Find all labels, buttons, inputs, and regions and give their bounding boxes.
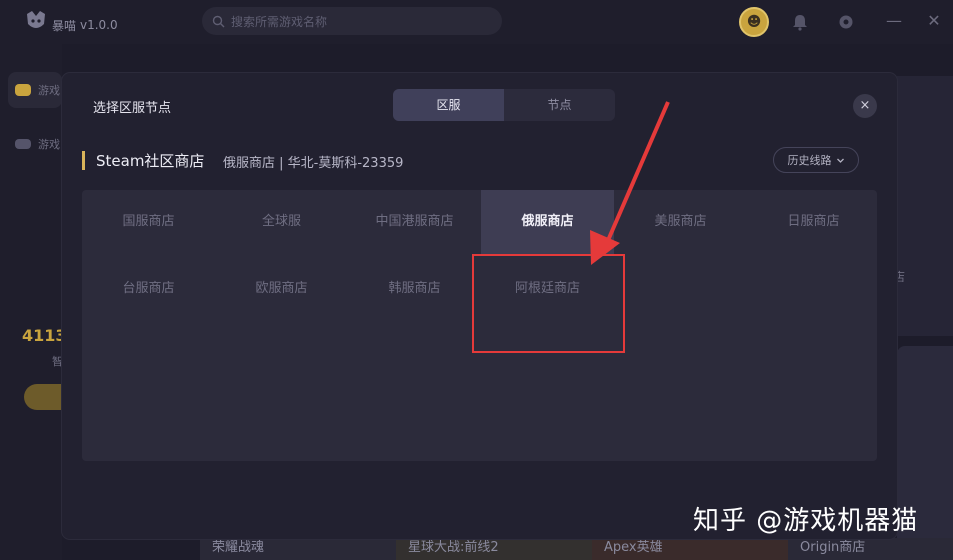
- search-placeholder: 搜索所需游戏名称: [231, 14, 328, 29]
- history-route-button[interactable]: 历史线路: [773, 147, 859, 173]
- background-game-card[interactable]: Origin商店: [788, 538, 953, 560]
- region-option[interactable]: 日服商店: [747, 190, 880, 254]
- background-game-card[interactable]: 荣耀战魂: [200, 538, 396, 560]
- sidebar-count: 4113: [22, 326, 67, 345]
- game-accent-bar: [82, 151, 85, 170]
- sidebar-item-label: 游戏: [38, 138, 60, 151]
- game-name: Steam社区商店: [96, 152, 205, 170]
- modal-title: 选择区服节点: [93, 101, 172, 116]
- sidebar-item-games[interactable]: 游戏: [8, 72, 62, 108]
- sidebar-gold-button[interactable]: [24, 384, 64, 410]
- user-avatar[interactable]: ☻: [739, 7, 769, 37]
- sidebar: 游戏 游戏: [0, 44, 62, 560]
- region-option[interactable]: 全球服: [215, 190, 348, 254]
- node-info: 俄服商店 | 华北-莫斯科-23359: [223, 156, 404, 171]
- watermark: 知乎 @游戏机器猫: [693, 506, 919, 536]
- region-option[interactable]: 欧服商店: [215, 257, 348, 321]
- region-option[interactable]: 台服商店: [82, 257, 215, 321]
- search-input[interactable]: 搜索所需游戏名称: [202, 7, 502, 35]
- gear-icon[interactable]: [836, 12, 856, 32]
- app-logo-icon: [27, 11, 45, 28]
- app-version: v1.0.0: [80, 18, 118, 32]
- sidebar-item-label: 游戏: [38, 84, 60, 97]
- region-option[interactable]: 韩服商店: [348, 257, 481, 321]
- tab-region[interactable]: 区服: [393, 89, 504, 121]
- region-option[interactable]: 美服商店: [614, 190, 747, 254]
- background-panel: [897, 76, 953, 336]
- background-game-card[interactable]: Apex英雄: [592, 538, 788, 560]
- minimize-button[interactable]: —: [882, 10, 906, 34]
- app-name: 暴喵: [52, 19, 77, 33]
- background-game-list: 荣耀战魂 星球大战:前线2 Apex英雄 Origin商店: [200, 538, 953, 560]
- close-button[interactable]: ×: [853, 94, 877, 118]
- region-option-selected[interactable]: 俄服商店: [481, 190, 614, 254]
- gamepad-icon: [15, 139, 31, 149]
- region-option[interactable]: 中国港服商店: [348, 190, 481, 254]
- highlight-box: [472, 254, 625, 353]
- app-titlebar: 暴喵 v1.0.0 搜索所需游戏名称 ☻ — ✕: [0, 0, 953, 44]
- background-game-card[interactable]: 星球大战:前线2: [396, 538, 592, 560]
- close-window-button[interactable]: ✕: [922, 10, 946, 34]
- modal-tabs: 区服 节点: [393, 89, 615, 121]
- history-route-label: 历史线路: [787, 154, 832, 167]
- game-icon: [15, 84, 31, 96]
- chevron-down-icon: [836, 158, 844, 163]
- region-option[interactable]: 国服商店: [82, 190, 215, 254]
- search-icon: [212, 15, 225, 27]
- tab-node[interactable]: 节点: [504, 89, 615, 121]
- bell-icon[interactable]: [790, 12, 810, 32]
- sidebar-item-games-2[interactable]: 游戏: [8, 126, 62, 162]
